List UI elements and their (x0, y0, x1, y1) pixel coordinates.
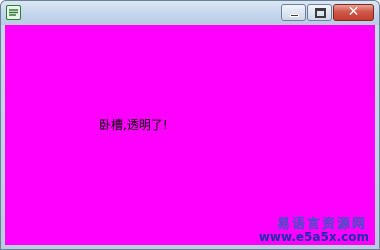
app-icon[interactable] (6, 5, 21, 20)
title-bar[interactable]: ✕ (1, 1, 379, 25)
maximize-icon (315, 8, 326, 18)
caption-buttons: ✕ (280, 4, 374, 22)
watermark-url: www.e5a5x.com (258, 230, 369, 244)
maximize-button[interactable] (307, 4, 332, 21)
close-button[interactable]: ✕ (333, 4, 374, 21)
minimize-icon (290, 14, 299, 17)
minimize-button[interactable] (281, 4, 306, 21)
app-window: ✕ 卧槽,透明了! 易语言资源网 www.e5a5x.com (0, 0, 380, 250)
close-icon: ✕ (347, 4, 360, 20)
message-label: 卧槽,透明了! (99, 118, 168, 132)
client-area: 卧槽,透明了! 易语言资源网 www.e5a5x.com (5, 25, 375, 245)
